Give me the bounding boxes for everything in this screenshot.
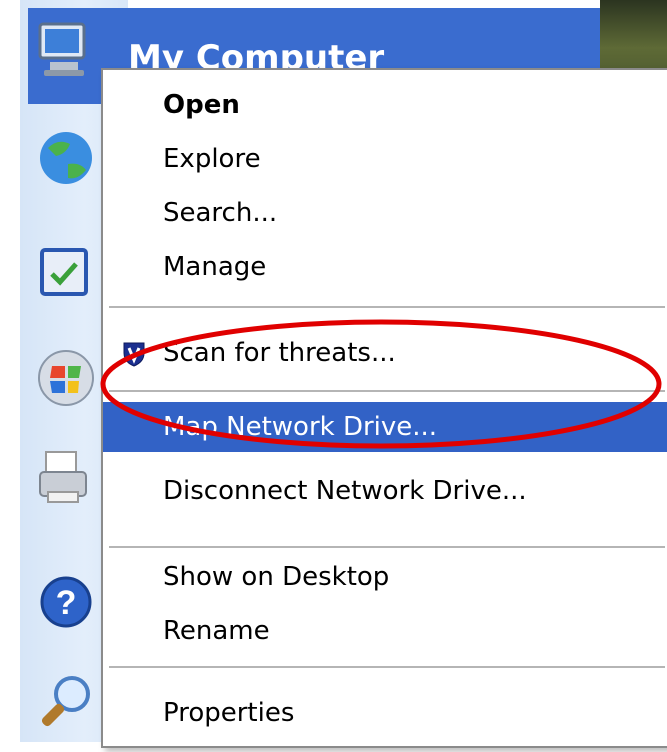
menu-item-label: Scan for threats...	[163, 338, 396, 368]
menu-item-label: Open	[163, 90, 240, 120]
menu-separator	[109, 390, 665, 392]
menu-item-label: Search...	[163, 198, 278, 228]
menu-item-label: Rename	[163, 616, 270, 646]
menu-item-properties[interactable]: Properties	[103, 688, 667, 738]
menu-item-open[interactable]: Open	[103, 80, 667, 130]
search-icon[interactable]	[34, 670, 98, 734]
context-menu: Open Explore Search... Manage Scan for t…	[101, 68, 667, 748]
my-computer-icon[interactable]	[34, 18, 98, 82]
menu-item-label: Explore	[163, 144, 261, 174]
menu-item-disconnect-network-drive[interactable]: Disconnect Network Drive...	[103, 466, 667, 516]
menu-separator	[109, 306, 665, 308]
help-icon[interactable]: ?	[34, 570, 98, 634]
menu-item-map-network-drive[interactable]: Map Network Drive...	[103, 402, 667, 452]
start-menu-panel: My Computer ? Open Explore Search... Man…	[0, 0, 667, 752]
control-panel-icon[interactable]	[34, 240, 98, 304]
menu-item-explore[interactable]: Explore	[103, 134, 667, 184]
menu-item-label: Manage	[163, 252, 267, 282]
menu-item-manage[interactable]: Manage	[103, 242, 667, 292]
svg-text:?: ?	[56, 584, 77, 622]
windows-update-icon[interactable]	[34, 346, 98, 410]
menu-item-scan-for-threats[interactable]: Scan for threats...	[103, 328, 667, 378]
menu-item-search[interactable]: Search...	[103, 188, 667, 238]
menu-separator	[109, 666, 665, 668]
menu-item-label: Map Network Drive...	[163, 412, 438, 442]
menu-item-label: Show on Desktop	[163, 562, 390, 592]
menu-item-rename[interactable]: Rename	[103, 606, 667, 656]
menu-item-label: Properties	[163, 698, 295, 728]
menu-item-label: Disconnect Network Drive...	[163, 476, 527, 506]
menu-separator	[109, 546, 665, 548]
menu-item-show-on-desktop[interactable]: Show on Desktop	[103, 552, 667, 602]
internet-icon[interactable]	[34, 126, 98, 190]
shield-icon	[123, 342, 145, 367]
printers-icon[interactable]	[34, 446, 98, 510]
